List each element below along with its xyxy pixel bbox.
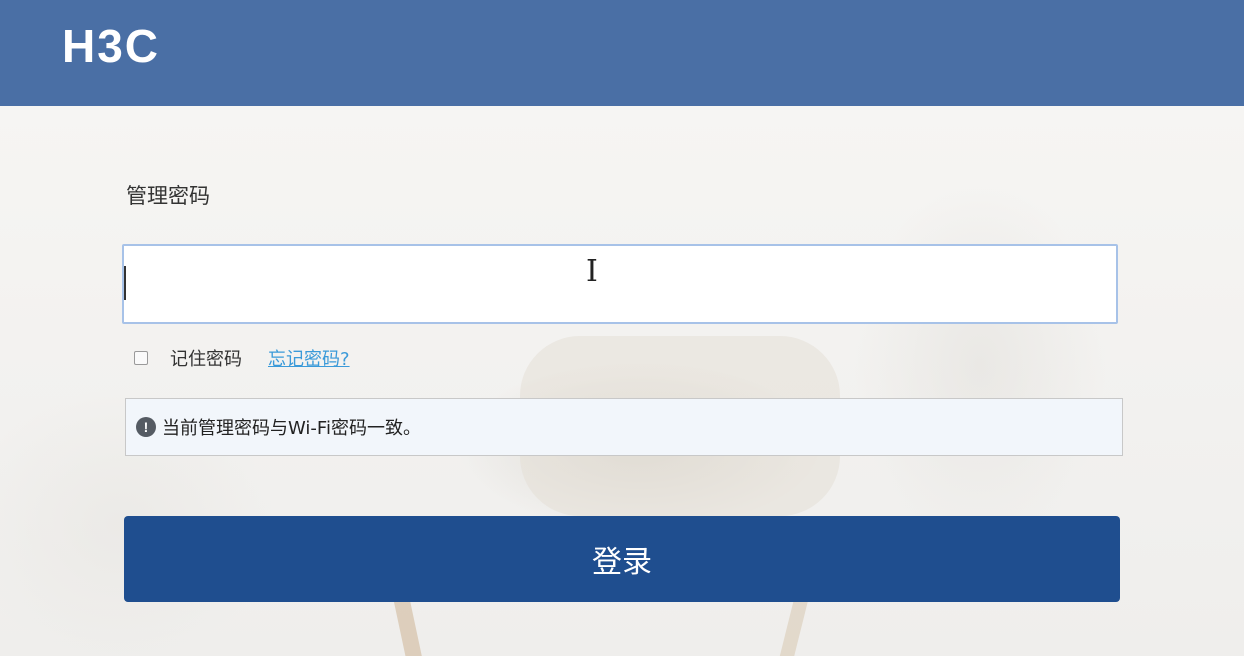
remember-password-label[interactable]: 记住密码 — [170, 345, 242, 371]
login-button[interactable]: 登录 — [124, 516, 1120, 602]
remember-password-checkbox[interactable] — [134, 351, 148, 365]
text-cursor-icon: I — [586, 254, 598, 289]
password-label: 管理密码 — [126, 184, 210, 208]
text-caret — [124, 266, 126, 300]
password-input[interactable] — [122, 244, 1118, 324]
remember-row: 记住密码 忘记密码? — [134, 343, 350, 373]
notice-text: 当前管理密码与Wi-Fi密码一致。 — [162, 418, 421, 439]
h3c-logo: H3C — [62, 20, 161, 72]
top-header: H3C — [0, 0, 1244, 106]
password-notice: ! 当前管理密码与Wi-Fi密码一致。 — [125, 398, 1123, 456]
forgot-password-link[interactable]: 忘记密码? — [268, 345, 350, 371]
exclamation-circle-icon: ! — [136, 417, 156, 437]
